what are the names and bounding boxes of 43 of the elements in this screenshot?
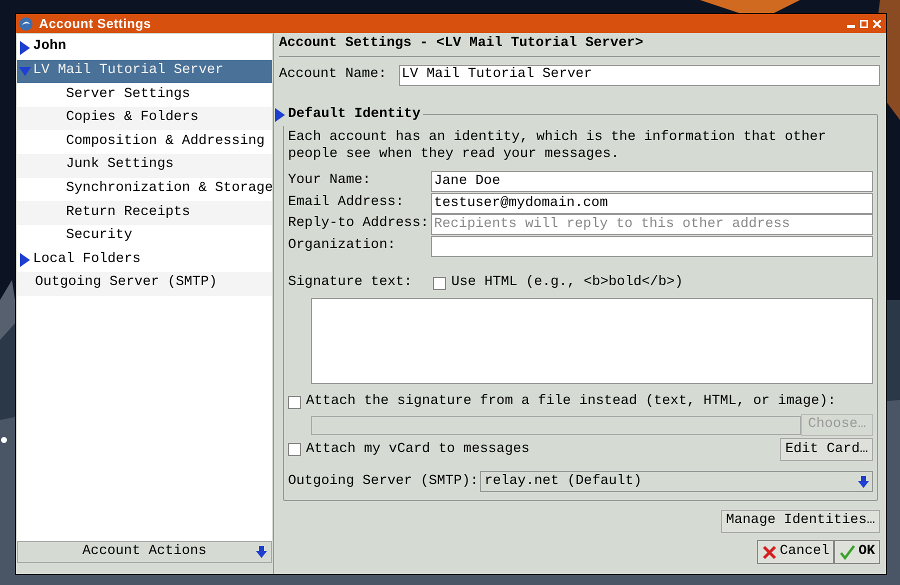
tree-item[interactable]: LV Mail Tutorial Server [17, 60, 272, 84]
window-title: Account Settings [39, 14, 152, 33]
description-text: Each account has an identity, which is the information that other people see when they read your messages. [288, 129, 828, 163]
close-icon [762, 544, 777, 560]
field-label: Your Name: [288, 172, 372, 190]
field-label: Organization: [288, 236, 397, 255]
field-label: Outgoing Server (SMTP): [288, 472, 478, 491]
field-label: Reply-to Address: [288, 215, 430, 234]
expand-triangle-icon[interactable] [19, 253, 31, 268]
checkbox[interactable] [288, 443, 301, 456]
checkmark-icon [839, 544, 856, 560]
input-field[interactable]: Jane Doe [431, 171, 873, 192]
checkbox[interactable] [433, 276, 446, 290]
down-arrow-icon [858, 476, 869, 488]
tree-item[interactable]: Outgoing Server (SMTP) [17, 272, 272, 296]
field-label: Email Address: [288, 194, 405, 212]
field-label: Signature text: [288, 274, 412, 292]
field-label: Account Name: [279, 66, 387, 84]
checkbox-label: Attach my vCard to messages [306, 440, 530, 459]
tree-item[interactable]: Return Receipts [17, 201, 272, 225]
input-field[interactable] [431, 236, 873, 257]
expand-triangle-icon[interactable] [274, 108, 286, 122]
checkbox-label: Attach the signature from a file instead (text, HTML, or image): [306, 392, 836, 411]
checkbox-label: Use HTML (e.g., <b>bold</b>) [451, 274, 684, 292]
tree-item[interactable]: Junk Settings [17, 154, 272, 178]
down-arrow-icon [256, 546, 267, 558]
account-actions-button[interactable]: Account Actions [17, 541, 272, 563]
app-icon [19, 16, 33, 30]
input-field[interactable]: LV Mail Tutorial Server [398, 65, 880, 86]
input-field[interactable]: Recipients will reply to this other address [431, 214, 873, 236]
signature-text-area[interactable] [311, 298, 873, 384]
ok-button[interactable]: OK [834, 540, 880, 564]
panel-heading: Account Settings - <LV Mail Tutorial Server> [279, 33, 880, 57]
expand-triangle-icon[interactable] [19, 40, 31, 55]
group-legend: Default Identity [288, 105, 420, 126]
cancel-button[interactable]: Cancel [756, 540, 834, 564]
tree-item[interactable]: Copies & Folders [17, 106, 272, 130]
manage-identities-button[interactable]: Manage Identities… [720, 510, 880, 533]
input-field[interactable]: testuser@mydomain.com [431, 192, 873, 214]
maximize-icon[interactable] [860, 20, 868, 28]
close-icon[interactable] [873, 20, 881, 28]
edit-card-button[interactable]: Edit Card… [780, 438, 873, 462]
smtp-dropdown[interactable]: relay.net (Default) [480, 471, 873, 492]
